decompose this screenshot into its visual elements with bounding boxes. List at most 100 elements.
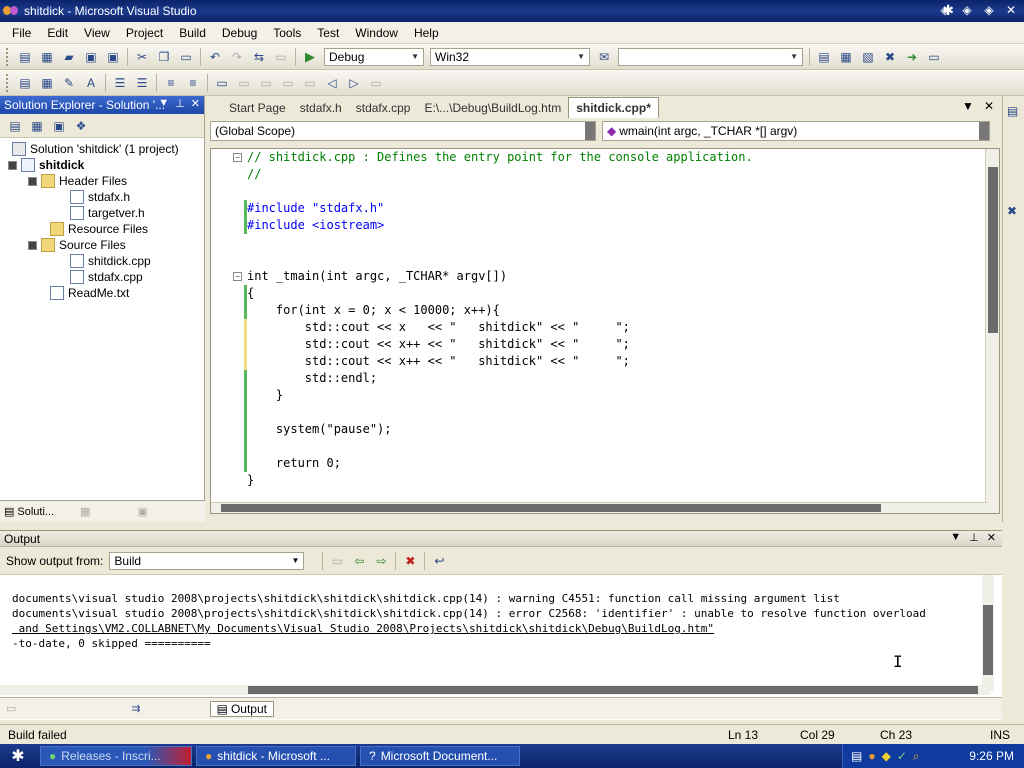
properties-icon[interactable]: ▤ xyxy=(6,117,24,135)
close-icon[interactable]: ✕ xyxy=(1002,2,1020,18)
add-item-icon[interactable]: ▦ xyxy=(38,48,56,66)
refresh-icon[interactable]: ▣ xyxy=(50,117,68,135)
member-dropdown-handle[interactable] xyxy=(979,122,989,140)
tree-node-source-files[interactable]: Source Files xyxy=(0,237,204,253)
class-diagram-icon[interactable]: ❖ xyxy=(72,117,90,135)
tab-property-manager[interactable]: ▣ xyxy=(134,505,155,518)
tab-solution-explorer[interactable]: ▤ Soluti... xyxy=(0,505,58,519)
quick-info-icon[interactable]: ✎ xyxy=(60,74,78,92)
previous-bookmark-document-icon[interactable]: ◁ xyxy=(323,74,341,92)
auto-hide-pin-icon[interactable]: ⊥ xyxy=(175,97,185,110)
toolbar-grip[interactable] xyxy=(6,73,10,92)
decrease-indent-icon[interactable]: ☰ xyxy=(111,74,129,92)
command-window-icon[interactable]: ▭ xyxy=(925,48,943,66)
uncomment-icon[interactable]: ≡ xyxy=(184,74,202,92)
tab-shitdick-cpp[interactable]: shitdick.cpp* xyxy=(568,97,659,118)
navigate-forward-icon[interactable]: ▭ xyxy=(272,48,290,66)
next-message-icon[interactable]: ⇨ xyxy=(372,552,390,570)
clear-bookmarks-icon[interactable]: ▭ xyxy=(367,74,385,92)
scroll-thumb[interactable] xyxy=(221,504,881,512)
tree-node-header-files[interactable]: Header Files xyxy=(0,173,204,189)
next-bookmark-folder-icon[interactable]: ▭ xyxy=(301,74,319,92)
solution-explorer-icon[interactable]: ▤ xyxy=(815,48,833,66)
menu-build[interactable]: Build xyxy=(171,26,214,40)
close-document-icon[interactable]: ✕ xyxy=(984,99,994,113)
menu-file[interactable]: File xyxy=(4,26,39,40)
previous-message-icon[interactable]: ⇦ xyxy=(350,552,368,570)
tree-node-stdafx-cpp[interactable]: stdafx.cpp xyxy=(0,269,204,285)
copy-icon[interactable]: ❐ xyxy=(155,48,173,66)
start-debugging-icon[interactable]: ▶ xyxy=(301,48,319,66)
properties-icon[interactable]: ▦ xyxy=(837,48,855,66)
tab-stdafx-cpp[interactable]: stdafx.cpp xyxy=(349,98,418,118)
solution-platform-select[interactable]: Win32 ▼ xyxy=(430,47,590,66)
toolbar-grip[interactable] xyxy=(6,47,10,66)
object-members-icon[interactable]: ▤ xyxy=(16,74,34,92)
menu-test[interactable]: Test xyxy=(309,26,347,40)
new-project-icon[interactable]: ▤ xyxy=(16,48,34,66)
tree-node-shitdick-cpp[interactable]: shitdick.cpp xyxy=(0,253,204,269)
save-all-icon[interactable]: ▣ xyxy=(104,48,122,66)
tab-stdafx-h[interactable]: stdafx.h xyxy=(293,98,349,118)
cut-icon[interactable]: ✂ xyxy=(133,48,151,66)
find-in-files-icon[interactable]: ✉ xyxy=(595,48,613,66)
collapse-toggle-icon[interactable] xyxy=(28,240,37,250)
server-explorer-icon[interactable]: ▤ xyxy=(1007,104,1021,118)
taskbar-item-releases[interactable]: ● Releases - Inscri... xyxy=(40,746,192,766)
tab-output[interactable]: ▤ Output xyxy=(209,700,274,717)
output-horizontal-scrollbar[interactable] xyxy=(0,685,990,695)
show-all-files-icon[interactable]: ▦ xyxy=(28,117,46,135)
taskbar-item-visual-studio[interactable]: ● shitdick - Microsoft ... xyxy=(196,746,356,766)
toolbox-icon[interactable]: ✖ xyxy=(1007,204,1021,218)
dropdown-arrow-icon[interactable]: ▼ xyxy=(158,97,169,110)
minimize-icon[interactable]: ◈ xyxy=(958,2,976,18)
dropdown-arrow-icon[interactable]: ▼ xyxy=(950,531,961,544)
toolbox-icon[interactable]: ✖ xyxy=(881,48,899,66)
paste-icon[interactable]: ▭ xyxy=(177,48,195,66)
next-bookmark-icon[interactable]: ▭ xyxy=(257,74,275,92)
save-icon[interactable]: ▣ xyxy=(82,48,100,66)
auto-hide-pin-icon[interactable]: ⊥ xyxy=(969,531,979,544)
scope-select[interactable]: (Global Scope) xyxy=(210,121,596,141)
output-vertical-scrollbar[interactable] xyxy=(982,575,994,691)
scroll-thumb[interactable] xyxy=(248,686,978,694)
previous-bookmark-folder-icon[interactable]: ▭ xyxy=(279,74,297,92)
tree-node-project[interactable]: shitdick xyxy=(0,157,204,173)
clear-all-icon[interactable]: ✖ xyxy=(401,552,419,570)
restore-icon[interactable]: ◈ xyxy=(936,2,954,18)
next-bookmark-document-icon[interactable]: ▷ xyxy=(345,74,363,92)
previous-bookmark-icon[interactable]: ▭ xyxy=(235,74,253,92)
messenger-icon[interactable]: ● xyxy=(868,749,875,763)
tab-find-results[interactable]: ⇉ xyxy=(125,702,149,715)
tray-search-icon[interactable]: ⌕ xyxy=(913,749,920,764)
update-icon[interactable]: ✓ xyxy=(897,749,907,763)
tab-start-page[interactable]: Start Page xyxy=(222,98,293,118)
collapse-toggle-icon[interactable] xyxy=(8,160,17,170)
find-message-icon[interactable]: ▭ xyxy=(328,552,346,570)
network-icon[interactable]: ▤ xyxy=(851,749,862,763)
tree-node-stdafx-h[interactable]: stdafx.h xyxy=(0,189,204,205)
tree-node-solution[interactable]: Solution 'shitdick' (1 project) xyxy=(0,141,204,157)
collapse-region-icon[interactable]: − xyxy=(233,153,242,162)
tab-class-view[interactable]: ▦ xyxy=(76,505,97,518)
output-line-link[interactable]: and Settings\VM2.COLLABNET\My Documents\… xyxy=(12,621,926,636)
tree-node-readme[interactable]: ReadMe.txt xyxy=(0,285,204,301)
comment-out-icon[interactable]: ≡ xyxy=(162,74,180,92)
tab-buildlog[interactable]: E:\...\Debug\BuildLog.htm xyxy=(417,98,568,118)
tree-node-targetver-h[interactable]: targetver.h xyxy=(0,205,204,221)
editor-horizontal-scrollbar[interactable] xyxy=(211,502,987,513)
menu-project[interactable]: Project xyxy=(118,26,171,40)
tab-error-list[interactable]: ▭ xyxy=(0,702,25,715)
scroll-thumb[interactable] xyxy=(988,167,998,333)
menu-help[interactable]: Help xyxy=(406,26,447,40)
taskbar-item-msdn[interactable]: ? Microsoft Document... xyxy=(360,746,520,766)
solution-config-select[interactable]: Debug ▼ xyxy=(324,47,424,66)
output-text[interactable]: documents\visual studio 2008\projects\sh… xyxy=(12,591,926,651)
tree-node-resource-files[interactable]: Resource Files xyxy=(0,221,204,237)
maximize-icon[interactable]: ◈ xyxy=(980,2,998,18)
scroll-thumb[interactable] xyxy=(983,605,993,675)
active-files-dropdown-icon[interactable]: ▼ xyxy=(962,99,974,113)
collapse-toggle-icon[interactable] xyxy=(28,176,37,186)
menu-window[interactable]: Window xyxy=(347,26,406,40)
collapse-region-icon[interactable]: − xyxy=(233,272,242,281)
